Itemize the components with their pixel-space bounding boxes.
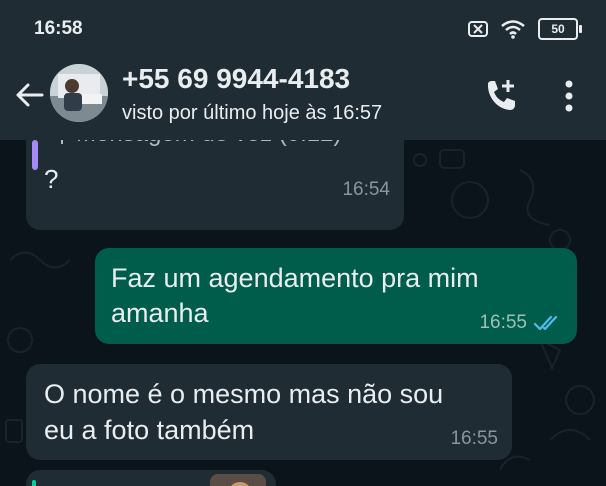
- message-bubble-incoming[interactable]: [26, 470, 276, 486]
- contact-name[interactable]: +55 69 9944-4183: [122, 63, 350, 95]
- status-time: 16:58: [34, 18, 83, 39]
- avatar[interactable]: [50, 64, 108, 122]
- status-icons: 50: [468, 18, 582, 40]
- message-text: O nome é o mesmo mas não sou eu a foto t…: [44, 379, 444, 445]
- message-list[interactable]: Mensagem de voz (0:12) ? 16:54 Faz um ag…: [0, 140, 606, 486]
- last-seen-status: visto por último hoje às 16:57: [122, 102, 383, 124]
- quote-accent-bar: [32, 480, 36, 486]
- avatar-photo: [50, 64, 108, 122]
- notification-muted-icon: [468, 21, 488, 37]
- back-arrow-icon[interactable]: [12, 78, 46, 112]
- message-bubble-incoming[interactable]: Mensagem de voz (0:12) ? 16:54: [26, 140, 404, 230]
- message-text: ?: [44, 164, 59, 194]
- quoted-image-thumbnail[interactable]: [210, 474, 266, 486]
- quoted-message-text: Mensagem de voz (0:12): [76, 140, 341, 148]
- status-bar: 16:58 50: [0, 0, 606, 58]
- message-bubble-outgoing[interactable]: Faz um agendamento pra mim amanha 16:55: [95, 248, 577, 344]
- chat-header: +55 69 9944-4183 visto por último hoje à…: [0, 58, 606, 140]
- thumbnail-image: [210, 474, 266, 486]
- battery-level: 50: [551, 22, 565, 36]
- message-time: 16:55: [479, 312, 527, 333]
- message-bubble-incoming[interactable]: O nome é o mesmo mas não sou eu a foto t…: [26, 364, 512, 460]
- battery-icon: 50: [538, 18, 582, 40]
- wifi-icon: [501, 20, 525, 39]
- quoted-message[interactable]: Mensagem de voz (0:12): [54, 140, 341, 148]
- microphone-icon: [61, 140, 63, 144]
- message-meta: 16:55: [479, 312, 563, 334]
- more-vert-icon[interactable]: [556, 76, 582, 116]
- message-time: 16:55: [450, 428, 498, 449]
- double-check-read-icon: [533, 315, 558, 331]
- message-time: 16:54: [342, 179, 390, 200]
- add-call-icon[interactable]: [482, 78, 520, 114]
- quote-accent-bar: [32, 140, 38, 170]
